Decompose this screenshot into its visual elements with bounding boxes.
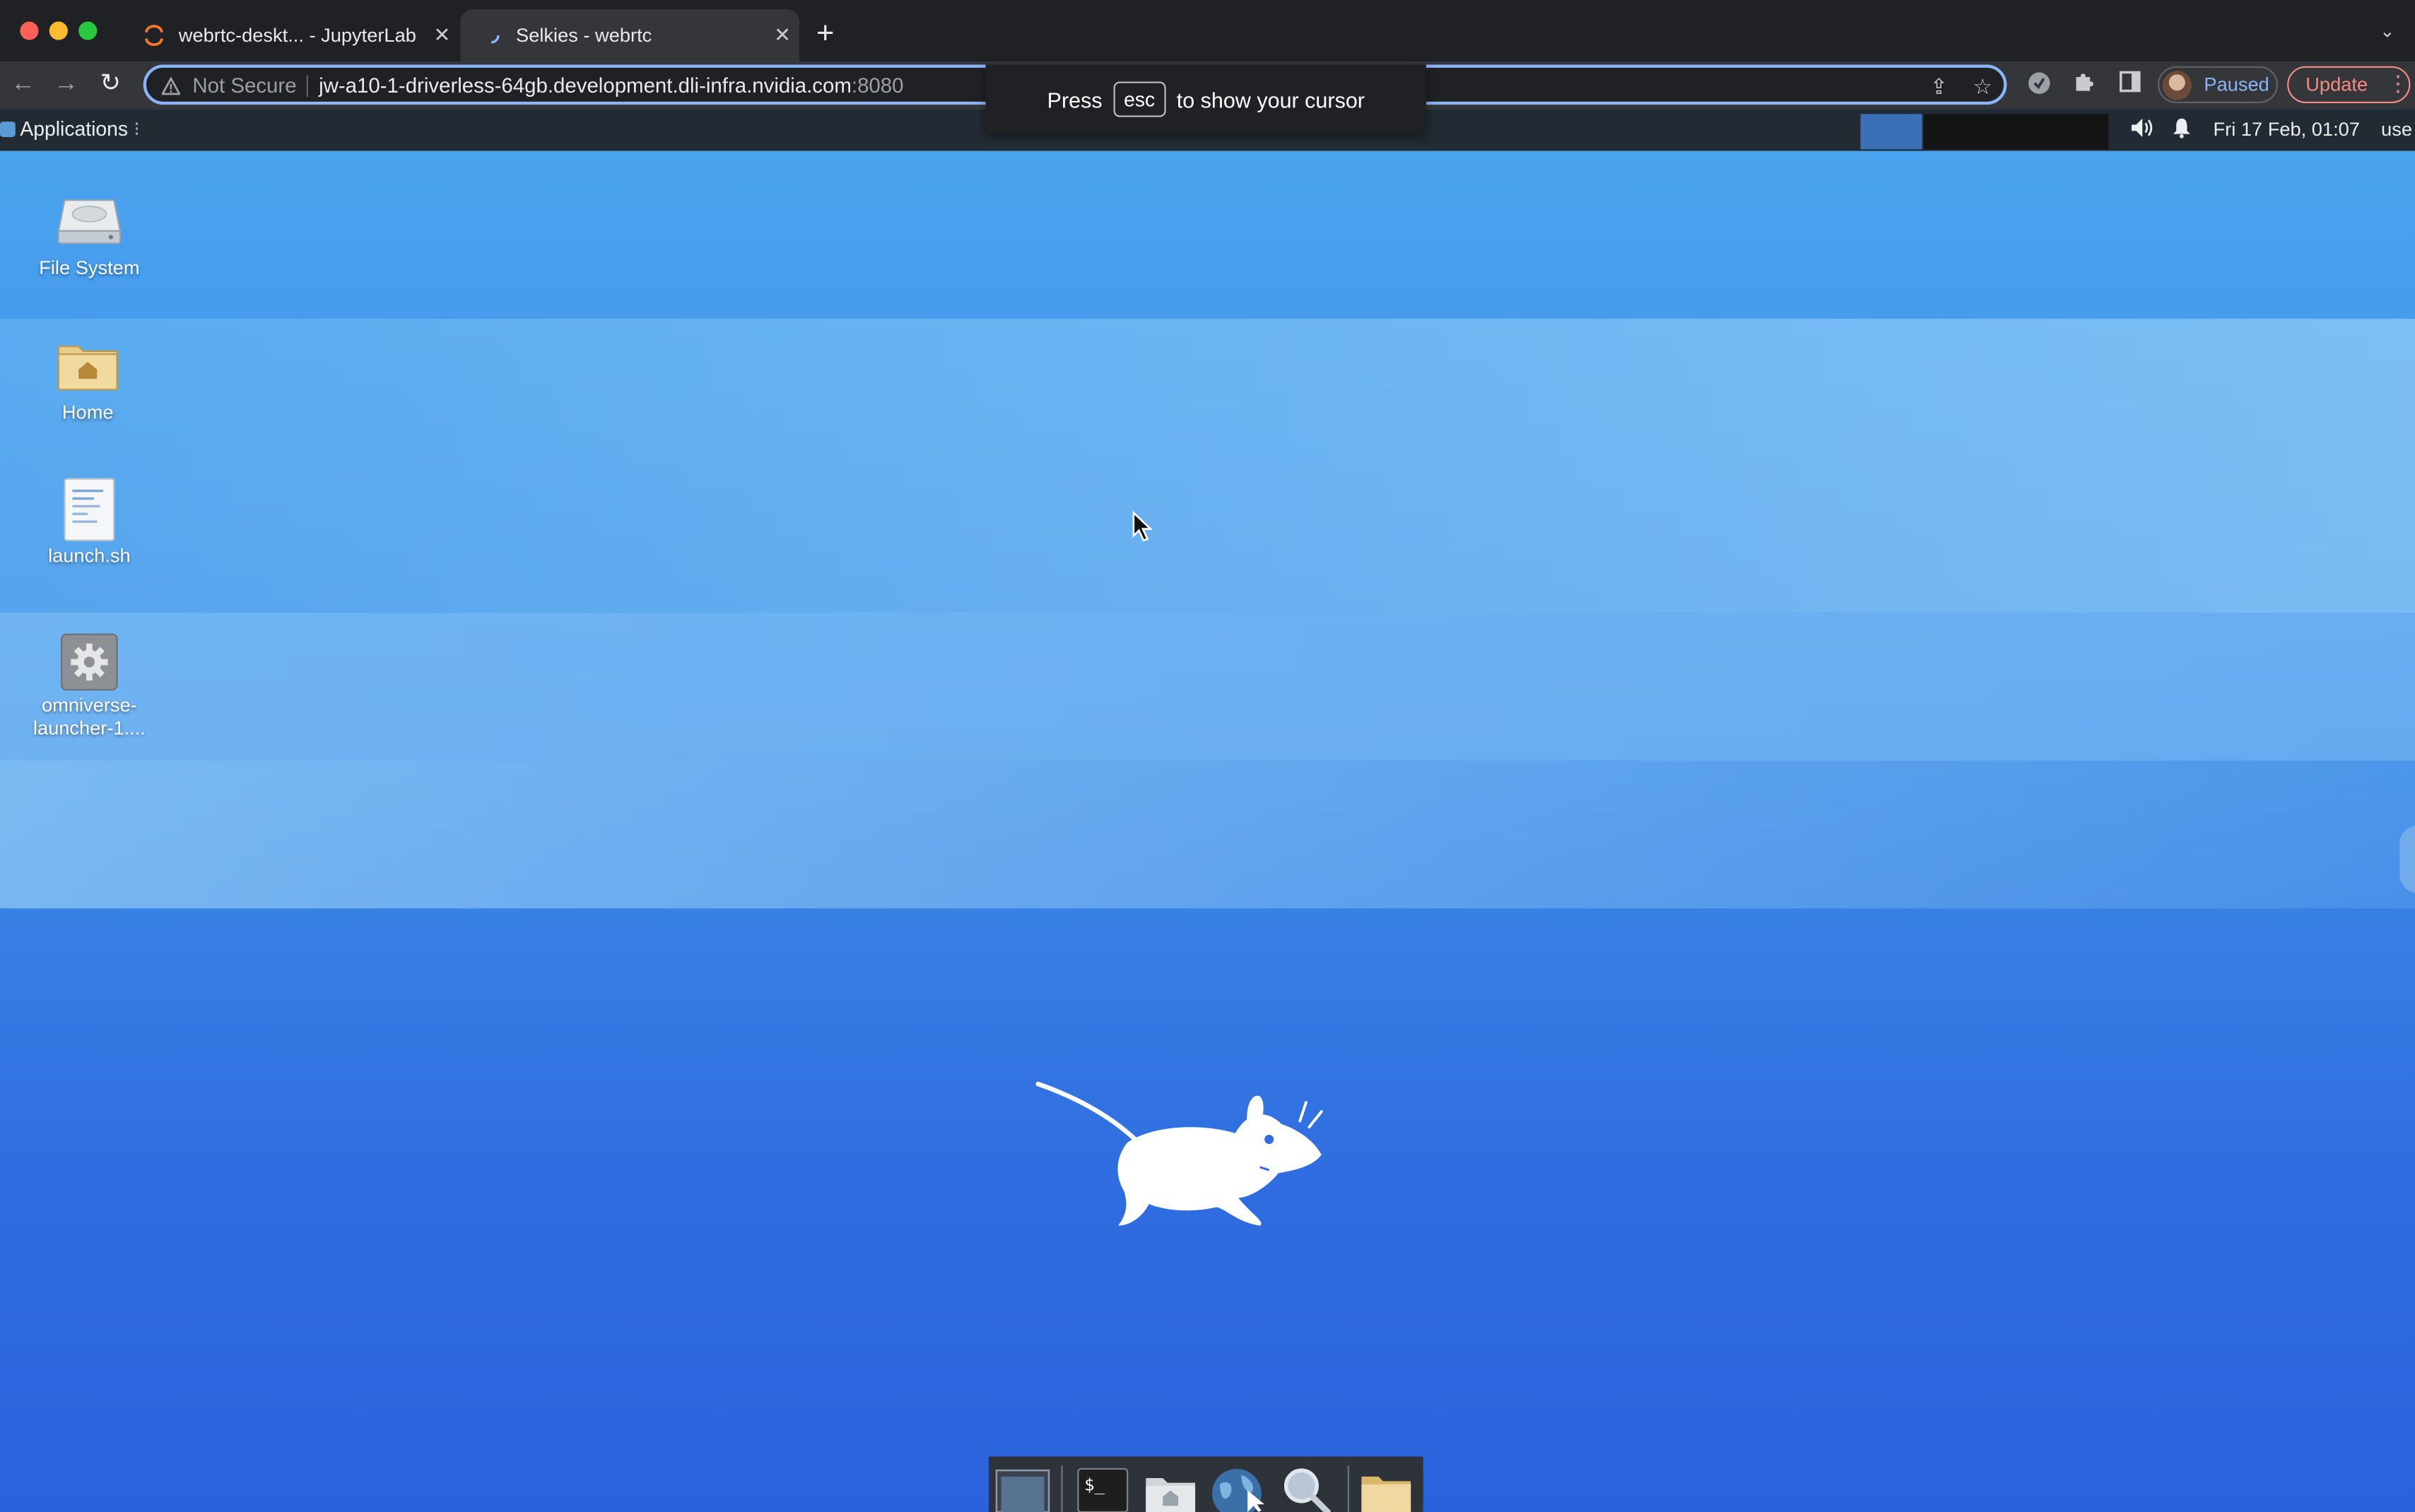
side-panel-icon[interactable] [2120,71,2141,98]
toast-suffix: to show your cursor [1176,87,1365,112]
extension-badge-icon[interactable] [2027,71,2052,102]
cursor-hint-toast: Press esc to show your cursor [985,64,1426,134]
update-button[interactable]: Update ⋮ [2287,66,2411,104]
xfce-mouse-logo-icon [1035,1081,1323,1226]
workspace-4[interactable] [2047,114,2109,150]
workspace-2[interactable] [1923,114,1985,150]
browser-tab-bar: webrtc-deskt... - JupyterLab ✕ Selkies -… [0,0,2415,62]
tab-jupyterlab[interactable]: webrtc-deskt... - JupyterLab ✕ [123,9,459,61]
dock-separator [1061,1465,1063,1512]
panel-user-label[interactable]: use [2381,119,2412,141]
desktop-icon-label: launch.sh [48,545,131,567]
jupyter-icon [141,23,166,48]
wallpaper-band [0,319,2415,613]
xfce-menu-icon [0,122,16,137]
desktop-icon-label: File System [39,256,140,279]
new-tab-button[interactable]: + [816,18,834,49]
notification-bell-icon[interactable] [2172,117,2192,143]
workspace-1[interactable] [1860,114,1922,150]
home-folder-icon[interactable] [1143,1466,1198,1512]
label-line: omniverse- [42,694,137,716]
bookmark-star-icon[interactable]: ☆ [1973,74,1992,100]
window-zoom-button[interactable] [78,21,98,40]
mouse-cursor-icon [1132,511,1153,542]
tab-search-chevron-icon[interactable]: ⌄ [2380,20,2395,42]
avatar [2162,71,2192,100]
hard-drive-icon [57,199,122,244]
url-text[interactable]: jw-a10-1-driverless-64gb.development.dli… [319,74,903,98]
folder-icon[interactable] [1358,1466,1414,1512]
home-folder-icon [57,345,118,391]
svg-text:$_: $_ [1084,1475,1105,1494]
desktop-icon-label: omniverse-launcher-1.... [12,695,166,740]
label-line: launcher-1.... [33,717,146,740]
web-browser-globe-icon[interactable] [1211,1466,1266,1512]
gear-icon [61,633,118,691]
share-icon[interactable]: ⇪ [1930,74,1949,100]
wallpaper-band [0,760,2415,909]
desktop-icon-launch-sh[interactable]: launch.sh [12,478,166,569]
workspace-3[interactable] [1985,114,2047,150]
reload-icon[interactable]: ↻ [100,71,121,98]
divider [306,75,308,98]
panel-clock[interactable]: Fri 17 Feb, 01:07 [2214,119,2360,141]
window-close-button[interactable] [20,21,39,40]
edge-handle[interactable] [2399,825,2415,893]
toast-prefix: Press [1047,87,1103,112]
tab-title: Selkies - webrtc [516,24,652,47]
desktop-icon-label: Home [61,401,114,424]
tab-close-icon[interactable]: ✕ [425,23,459,48]
security-label[interactable]: Not Secure [192,74,296,98]
drag-handle-icon: ⁝ [134,117,141,141]
applications-label: Applications [20,117,129,141]
puzzle-icon[interactable] [2073,71,2096,100]
forward-arrow-icon[interactable]: → [54,71,78,98]
profile-status: Paused [2204,73,2269,96]
desktop-icon-home[interactable]: Home [11,338,165,425]
url-host: jw-a10-1-driverless-64gb.development.dli… [319,73,852,98]
terminal-icon[interactable]: $_ [1075,1466,1130,1512]
applications-menu[interactable]: Applications ⁝ [0,117,140,142]
tab-selkies[interactable]: Selkies - webrtc ✕ [460,9,800,62]
text-file-icon [64,478,115,541]
tab-close-icon[interactable]: ✕ [765,23,799,48]
search-magnifier-icon[interactable] [1279,1466,1334,1512]
loading-icon [479,23,504,48]
volume-icon[interactable] [2130,117,2155,143]
window-minimize-button[interactable] [49,21,68,40]
desktop-icon-omniverse-launcher[interactable]: omniverse-launcher-1.... [12,633,166,741]
esc-key-badge: esc [1112,81,1166,117]
dock-separator [1347,1465,1349,1512]
tab-title: webrtc-deskt... - JupyterLab [178,24,416,47]
profile-button[interactable]: Paused [2158,66,2279,104]
desktop[interactable]: File System Home launch.sh omniverse- la… [0,150,2415,1512]
desktop-icon-file-system[interactable]: File System [12,194,166,280]
wallpaper-band [0,613,2415,761]
kebab-menu-icon: ⋮ [2387,71,2409,96]
warning-icon [160,76,182,103]
dock-panel: $_ [989,1456,1423,1512]
back-arrow-icon[interactable]: ← [11,71,35,98]
url-port: :8080 [851,73,904,98]
update-label: Update [2305,73,2368,96]
show-desktop-icon[interactable] [995,1466,1050,1512]
